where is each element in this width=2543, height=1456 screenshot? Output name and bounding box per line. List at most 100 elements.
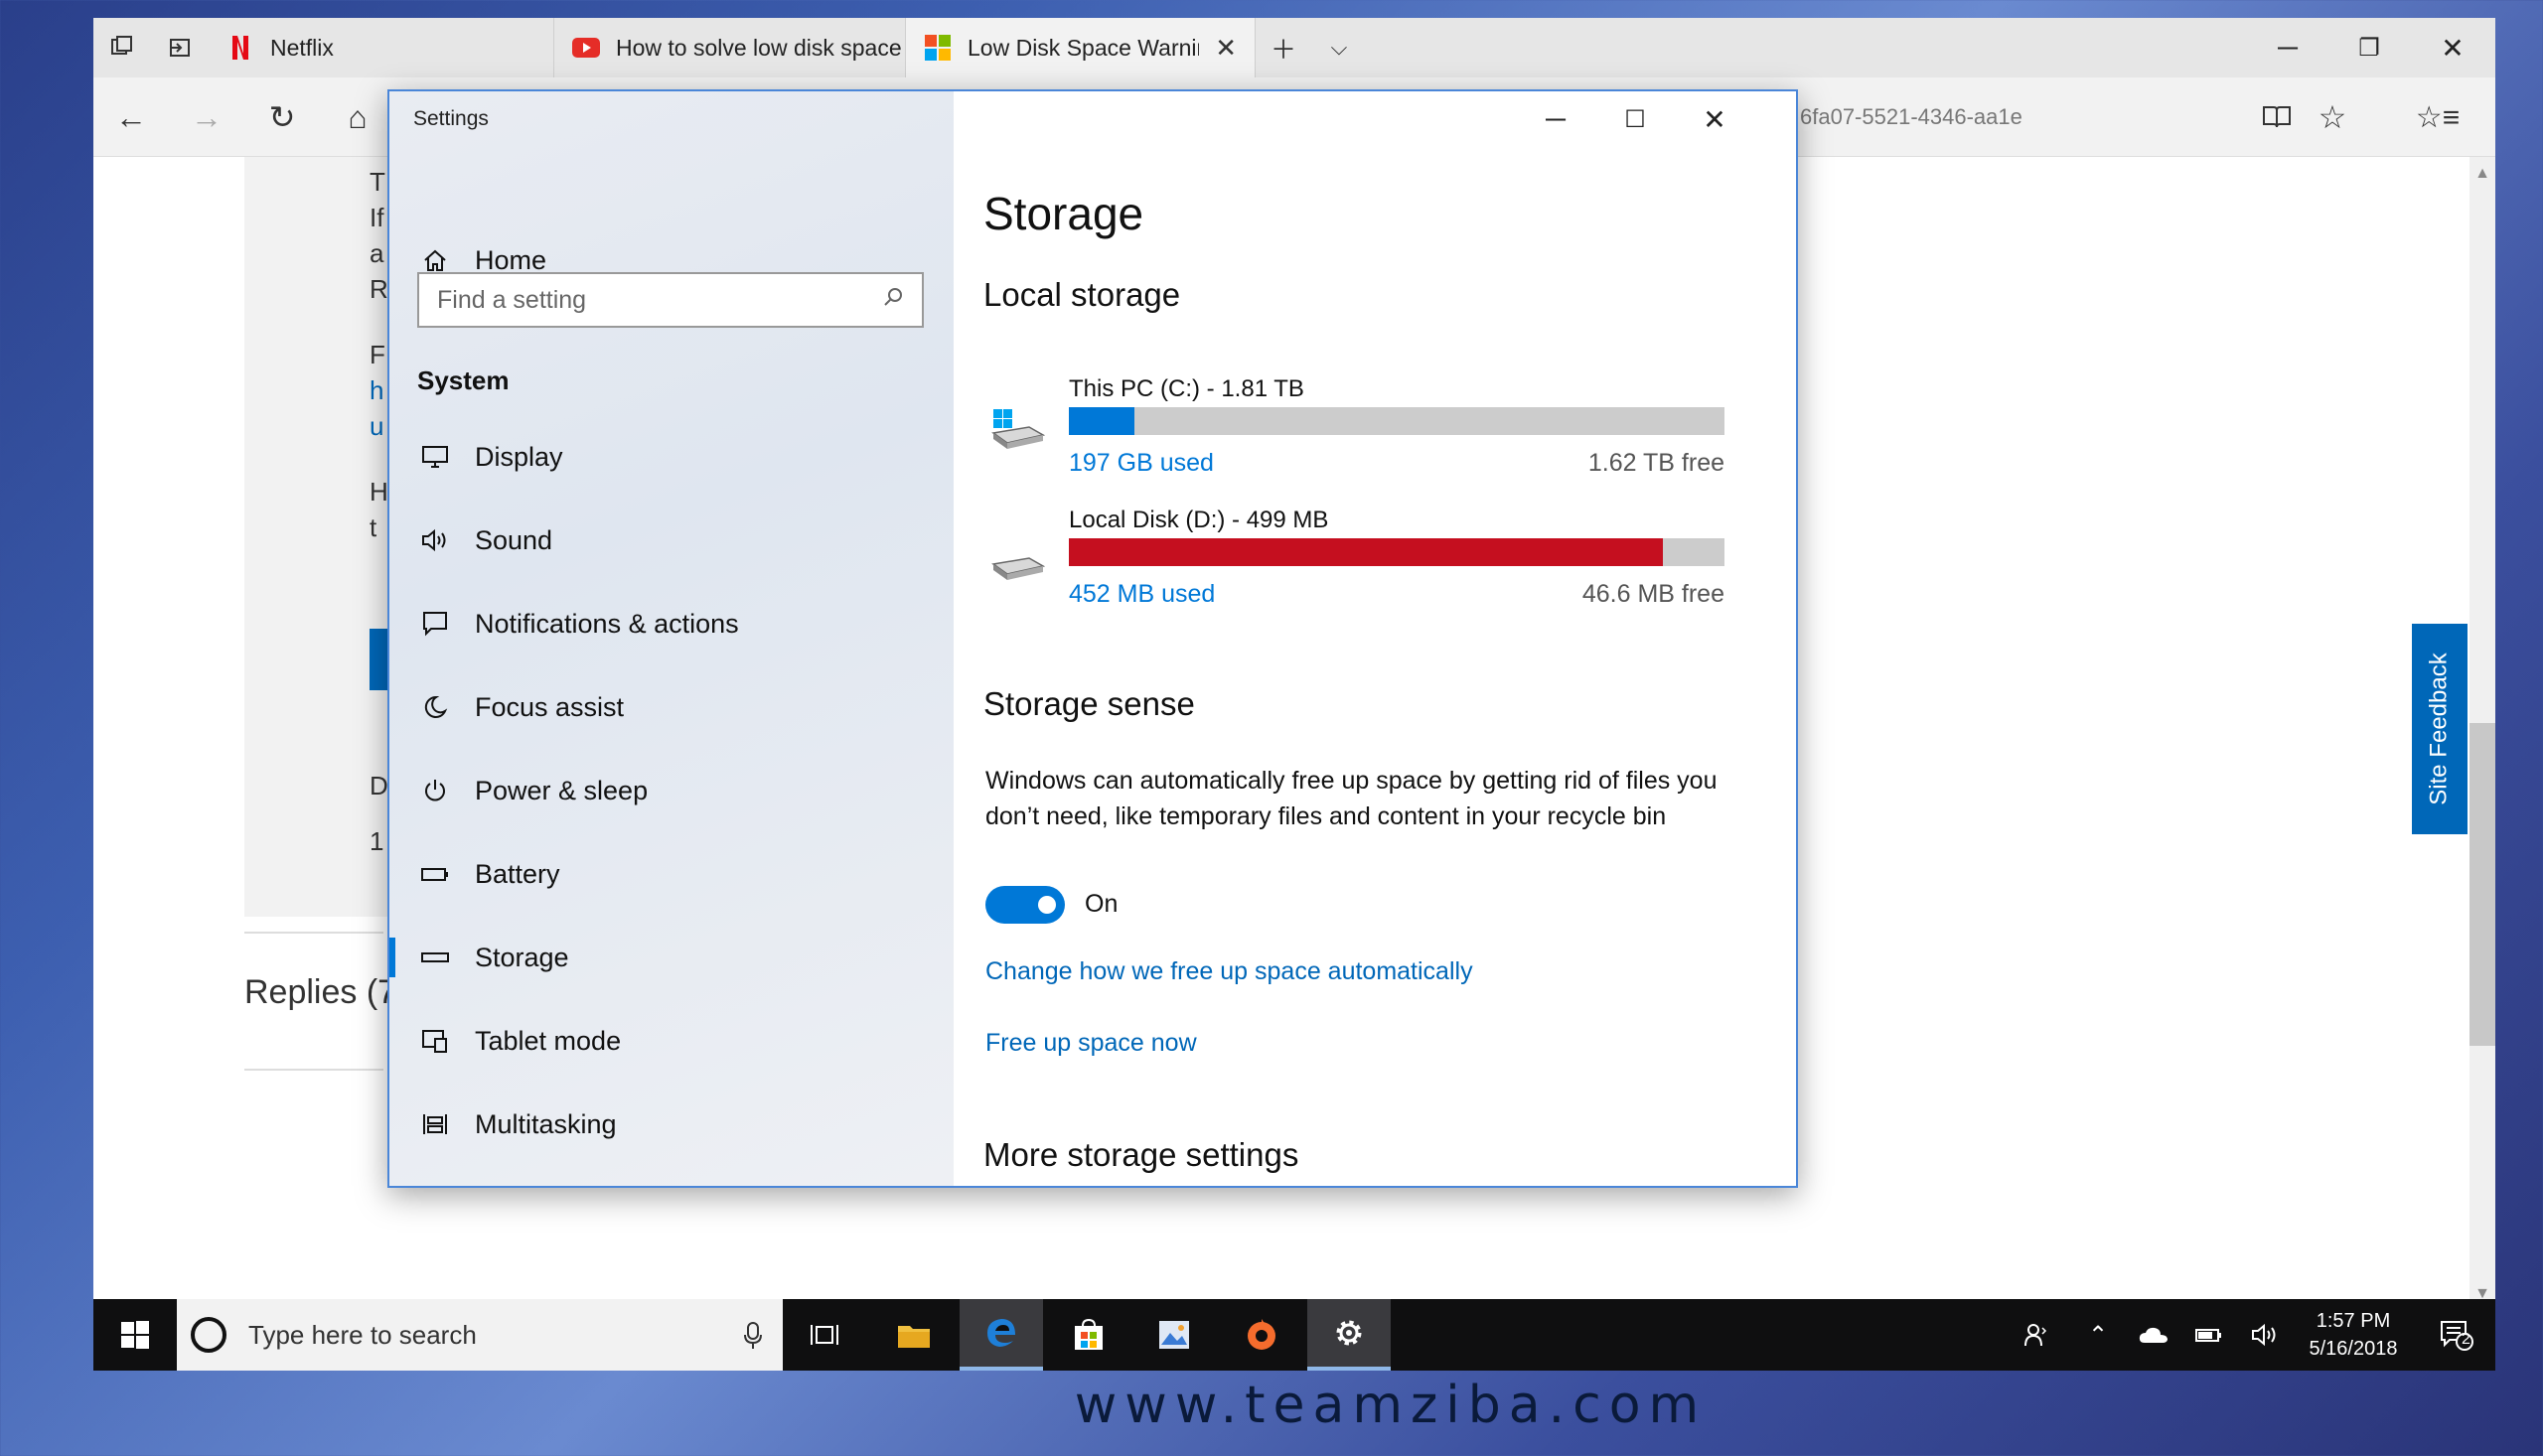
drive-free: 1.62 TB free — [1587, 449, 1724, 477]
windows-start-icon[interactable] — [93, 1299, 177, 1371]
taskbar-search-input[interactable] — [248, 1319, 725, 1351]
new-tab-icon[interactable]: ＋ — [1256, 18, 1311, 77]
home-icon[interactable]: ⌂ — [320, 77, 395, 157]
watermark-text: www.teamziba.com — [1074, 1376, 1708, 1435]
drive-usage-fill — [1069, 538, 1663, 566]
storage-sense-description: Windows can automatically free up space … — [985, 767, 1718, 830]
nav-label: Power & sleep — [475, 775, 649, 805]
free-up-space-link[interactable]: Free up space now — [985, 1029, 1197, 1058]
tab-youtube[interactable]: How to solve low disk space — [554, 18, 906, 77]
close-icon[interactable]: ✕ — [1675, 91, 1754, 147]
back-arrow-icon[interactable]: ← — [93, 77, 169, 157]
nav-battery[interactable]: Battery — [389, 832, 954, 916]
settings-window: Settings Home System Display Sound Notif… — [387, 89, 1798, 1188]
change-free-up-link[interactable]: Change how we free up space automaticall… — [985, 957, 1473, 986]
nav-focus-assist[interactable]: Focus assist — [389, 665, 954, 749]
nav-notifications[interactable]: Notifications & actions — [389, 582, 954, 665]
tab-label: Low Disk Space Warning — [968, 34, 1200, 61]
people-icon[interactable] — [2007, 1299, 2066, 1371]
chevron-down-icon[interactable]: ⌵ — [1311, 18, 1367, 77]
scrollbar-thumb[interactable] — [2469, 723, 2495, 1046]
find-setting-search[interactable] — [417, 272, 924, 328]
settings-gear-icon[interactable] — [1307, 1299, 1391, 1371]
action-center-icon[interactable]: 2 — [2422, 1299, 2491, 1371]
nav-multitasking[interactable]: Multitasking — [389, 1083, 954, 1166]
nav-label: Battery — [475, 858, 560, 889]
page-text: If — [370, 203, 384, 232]
local-storage-heading: Local storage — [983, 276, 1181, 313]
forward-arrow-icon[interactable]: → — [169, 77, 244, 157]
task-view-icon[interactable] — [783, 1299, 866, 1371]
favorite-star-icon[interactable]: ☆ — [2295, 77, 2370, 157]
page-text: T — [370, 167, 385, 197]
nav-sound[interactable]: Sound — [389, 499, 954, 582]
minimize-icon[interactable]: ─ — [1516, 91, 1595, 147]
page-text: D — [370, 771, 388, 801]
drive-c[interactable]: This PC (C:) - 1.81 TB 197 GB used 1.62 … — [983, 375, 1758, 485]
tab-netflix[interactable]: Netflix — [209, 18, 554, 77]
nav-power-sleep[interactable]: Power & sleep — [389, 749, 954, 832]
moon-icon — [417, 689, 453, 725]
store-icon[interactable] — [1047, 1299, 1130, 1371]
replies-heading: Replies (7 — [244, 973, 397, 1011]
site-feedback-label: Site Feedback — [2426, 653, 2454, 805]
minimize-icon[interactable]: ─ — [2247, 18, 2328, 77]
tab-label: Netflix — [270, 34, 334, 61]
clock-date: 5/16/2018 — [2309, 1338, 2398, 1360]
drive-usage-bar — [1069, 407, 1724, 435]
favorites-hub-icon[interactable]: ☆≡ — [2400, 77, 2475, 157]
page-link[interactable]: u — [370, 411, 383, 442]
nav-label: Focus assist — [475, 691, 625, 722]
pen-icon[interactable]: ✎ — [2475, 77, 2495, 157]
microphone-icon[interactable] — [743, 1321, 763, 1356]
clock[interactable]: 1:57 PM 5/16/2018 — [2289, 1299, 2418, 1371]
maximize-icon[interactable]: ☐ — [1595, 91, 1675, 147]
tab-preview-icon[interactable] — [93, 18, 151, 77]
nav-display[interactable]: Display — [389, 415, 954, 499]
drive-name: This PC (C:) - 1.81 TB — [1069, 375, 1304, 402]
photos-icon[interactable] — [1132, 1299, 1216, 1371]
page-text: 1 — [370, 826, 384, 856]
url-field[interactable]: 6fa07-5521-4346-aa1e — [1792, 91, 2229, 143]
nav-label: Storage — [475, 942, 569, 972]
battery-tray-icon[interactable] — [2181, 1299, 2237, 1371]
close-tab-icon[interactable]: ✕ — [1215, 33, 1237, 64]
refresh-icon[interactable]: ↻ — [244, 77, 320, 157]
edge-browser-icon[interactable] — [960, 1299, 1043, 1371]
drive-d[interactable]: Local Disk (D:) - 499 MB 452 MB used 46.… — [983, 507, 1758, 616]
storage-sense-heading: Storage sense — [983, 685, 1195, 722]
divider — [244, 1069, 383, 1071]
page-title: Storage — [983, 188, 1144, 239]
notification-icon — [417, 606, 453, 642]
page-text: R — [370, 274, 388, 304]
windows-drive-icon — [989, 409, 1046, 453]
chevron-up-icon[interactable]: ⌃ — [2070, 1299, 2126, 1371]
nav-label: Tablet mode — [475, 1025, 622, 1056]
onedrive-icon[interactable] — [2126, 1299, 2181, 1371]
file-explorer-icon[interactable] — [872, 1299, 956, 1371]
tab-bar: Netflix How to solve low disk space Low … — [93, 18, 2495, 77]
set-aside-tabs-icon[interactable] — [151, 18, 209, 77]
netflix-icon — [226, 34, 254, 62]
taskbar-search[interactable] — [177, 1299, 783, 1371]
drive-used: 197 GB used — [1069, 449, 1214, 477]
drive-free: 46.6 MB free — [1581, 580, 1724, 608]
nav-tablet-mode[interactable]: Tablet mode — [389, 999, 954, 1083]
restore-icon[interactable]: ❐ — [2328, 18, 2410, 77]
find-setting-input[interactable] — [437, 285, 882, 315]
close-window-icon[interactable]: ✕ — [2412, 18, 2493, 77]
drive-usage-bar — [1069, 538, 1724, 566]
origin-icon[interactable] — [1220, 1299, 1303, 1371]
nav-label: Home — [475, 244, 547, 275]
drive-name: Local Disk (D:) - 499 MB — [1069, 507, 1329, 533]
page-link[interactable]: h — [370, 375, 383, 406]
site-feedback-button[interactable]: Site Feedback — [2412, 624, 2468, 834]
nav-storage[interactable]: Storage — [389, 916, 954, 999]
clock-time: 1:57 PM — [2316, 1310, 2391, 1332]
drive-used: 452 MB used — [1069, 580, 1216, 608]
page-text: t — [370, 512, 377, 542]
volume-icon[interactable] — [2237, 1299, 2293, 1371]
tab-low-disk-space[interactable]: Low Disk Space Warning ✕ — [906, 18, 1256, 77]
scroll-up-icon[interactable]: ▲ — [2469, 161, 2495, 187]
storage-sense-toggle[interactable] — [985, 886, 1065, 924]
